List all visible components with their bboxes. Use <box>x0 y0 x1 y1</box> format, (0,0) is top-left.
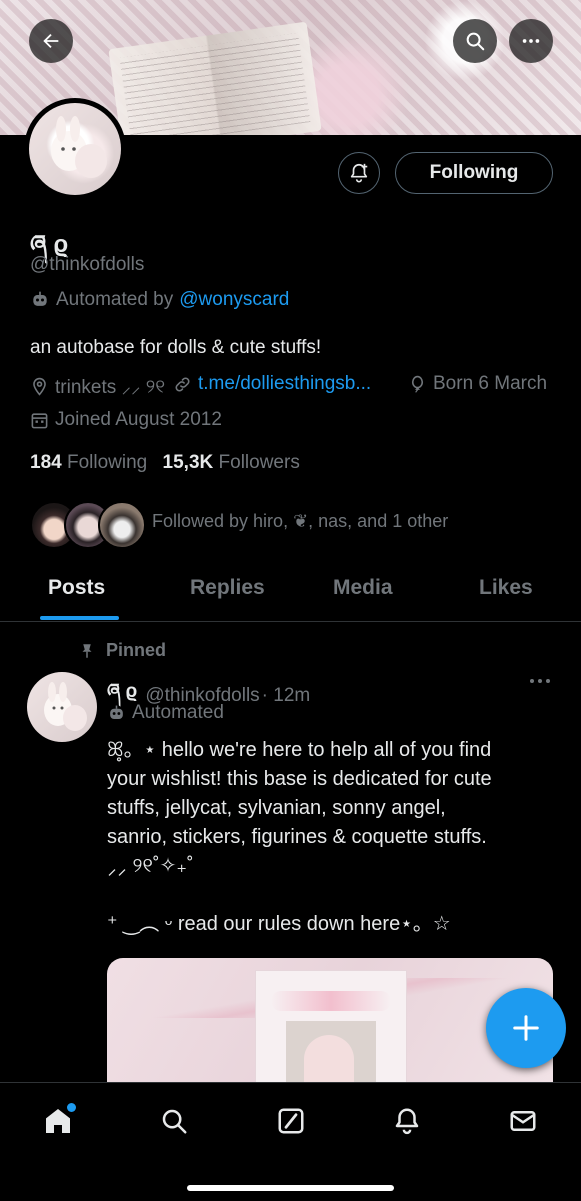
birthday-text: Born 6 March <box>433 373 548 394</box>
post-automated-row: Automated <box>107 702 224 724</box>
website-item[interactable]: t.me/dolliesthingsb... <box>173 373 371 395</box>
profile-avatar[interactable] <box>24 98 126 200</box>
followers-label: Followers <box>218 452 300 473</box>
messages-icon <box>510 1111 536 1131</box>
following-count: 184 <box>30 452 62 473</box>
joined-item: Joined August 2012 <box>30 409 222 431</box>
tab-likes[interactable]: Likes <box>479 576 533 600</box>
media-poster <box>255 970 407 1082</box>
following-count-link[interactable]: 184 Following <box>30 452 153 473</box>
avatar <box>98 501 146 549</box>
follow-counts: 184 Following 15,3K Followers <box>30 452 300 474</box>
back-button[interactable] <box>29 19 73 63</box>
plus-icon <box>513 1015 539 1041</box>
post-automated-label: Automated <box>132 702 224 723</box>
location-pin-icon <box>33 377 46 396</box>
bottom-nav <box>0 1082 581 1201</box>
post-text-line: sanrio, stickers, figurines & coquette s… <box>107 826 487 848</box>
nav-messages[interactable] <box>503 1101 543 1141</box>
followed-by-avatars[interactable] <box>30 501 146 549</box>
banner-book-image <box>108 21 322 135</box>
automated-row: Automated by @wonyscard <box>30 289 289 311</box>
more-horizontal-icon <box>530 679 550 683</box>
nav-grok[interactable] <box>271 1101 311 1141</box>
followers-count-link[interactable]: 15,3K Followers <box>163 452 300 473</box>
compose-button[interactable] <box>486 988 566 1068</box>
followers-count: 15,3K <box>162 452 214 473</box>
pin-icon <box>82 643 92 658</box>
tabs-divider <box>0 621 581 622</box>
search-icon <box>162 1109 187 1134</box>
home-indicator[interactable] <box>187 1185 394 1191</box>
nav-notifications[interactable] <box>387 1101 427 1141</box>
automated-by-link[interactable]: @wonyscard <box>179 289 289 311</box>
avatar <box>29 103 121 195</box>
post-time: · 12m <box>261 685 311 706</box>
post-text-line: ⸝⸝ ୨୧˚✧₊˚ <box>107 855 194 877</box>
location-text: trinkets ⸝⸝ ୨୧ <box>55 377 166 398</box>
automated-prefix: Automated by <box>56 289 174 310</box>
post-text: ꕤ̥͏。⋆ hello we're here to help all of yo… <box>107 736 557 939</box>
balloon-icon <box>411 375 424 392</box>
search-button[interactable] <box>453 19 497 63</box>
notify-button[interactable] <box>338 152 380 194</box>
bell-plus-icon <box>350 163 368 183</box>
calendar-icon <box>31 412 48 428</box>
post-more-button[interactable] <box>526 671 554 696</box>
followed-by-text[interactable]: Followed by hiro, ❦, nas, and 1 other <box>152 511 448 532</box>
arrow-left-icon <box>43 33 59 49</box>
tab-media[interactable]: Media <box>333 576 393 600</box>
notifications-icon <box>395 1108 419 1135</box>
post-text-line: ꕤ̥͏。⋆ hello we're here to help all of yo… <box>107 739 492 761</box>
post-text-line: ⁺ ‿︵ ᵕ read our rules down here⋆。☆ <box>107 913 451 935</box>
search-icon <box>466 32 485 51</box>
following-button[interactable]: Following <box>395 152 553 194</box>
grok-icon <box>278 1108 304 1134</box>
joined-text: Joined August 2012 <box>55 409 222 430</box>
pinned-label: Pinned <box>106 640 167 660</box>
website-link[interactable]: t.me/dolliesthingsb... <box>198 373 371 395</box>
profile-bio: an autobase for dolls & cute stuffs! <box>30 337 322 358</box>
pinned-indicator: Pinned <box>78 640 166 661</box>
nav-home[interactable] <box>38 1101 78 1141</box>
more-horizontal-icon <box>522 39 540 43</box>
link-icon <box>175 376 190 392</box>
robot-icon <box>110 705 123 719</box>
tab-posts[interactable]: Posts <box>48 576 105 600</box>
more-button[interactable] <box>509 19 553 63</box>
birthday-item: Born 6 March <box>408 373 547 395</box>
nav-search[interactable] <box>154 1101 194 1141</box>
profile-handle: @thinkofdolls <box>30 254 145 275</box>
location-item: trinkets ⸝⸝ ୨୧ <box>30 373 165 399</box>
robot-icon <box>33 291 47 306</box>
active-tab-indicator <box>40 616 119 620</box>
post-text-line: stuffs, jellycat, sylvanian, sonny angel… <box>107 797 446 819</box>
following-label: Following <box>66 452 148 473</box>
post-author-avatar[interactable] <box>27 672 97 742</box>
post-text-line: your wishlist! this base is dedicated fo… <box>107 768 492 790</box>
notification-dot <box>67 1103 76 1112</box>
tab-replies[interactable]: Replies <box>190 576 265 600</box>
